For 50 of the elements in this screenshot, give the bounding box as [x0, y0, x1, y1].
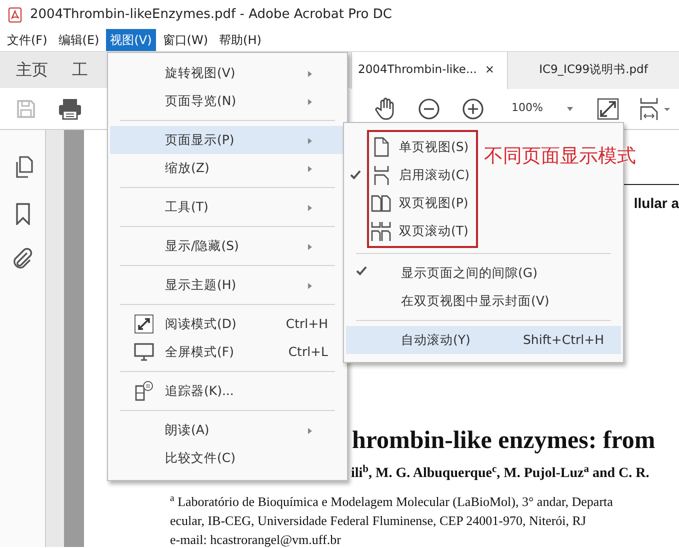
zoom-out-icon[interactable]: [418, 98, 440, 120]
menu-item[interactable]: 显示/隐藏(S): [110, 232, 345, 260]
menu-item[interactable]: 单页视图(S): [371, 133, 470, 161]
nav-tab[interactable]: 工: [72, 58, 88, 82]
menu-item[interactable]: 旋转视图(V): [110, 59, 345, 87]
article-title: hrombin-like enzymes: from: [352, 426, 656, 456]
menu-item[interactable]: 视图(V): [106, 29, 156, 51]
menu-item[interactable]: 阅读模式(D) Ctrl+H: [110, 310, 345, 338]
affiliation-line: ecular, IB-CEG, Universidade Federal Fluminense, CEP 24001-970, Niterói, RJ: [170, 512, 588, 530]
nav-tab[interactable]: 主页: [16, 58, 48, 82]
close-button[interactable]: ×: [484, 61, 495, 79]
zoom-dropdown[interactable]: 100%: [512, 100, 573, 117]
window-title: 2004Thrombin-likeEnzymes.pdf - Adobe Acrobat Pro DC: [30, 6, 392, 24]
menu-item[interactable]: 启用滚动(C): [371, 161, 470, 189]
print-icon[interactable]: [58, 98, 82, 120]
menu-item[interactable]: 显示页面之间的间隙(G): [346, 259, 621, 287]
document-tab[interactable]: 2004Thrombin-like... ×: [351, 52, 507, 88]
menu-item[interactable]: 缩放(Z): [110, 154, 345, 182]
expand-icon[interactable]: [597, 98, 619, 120]
two-pages-icon: [371, 193, 391, 213]
document-tab[interactable]: IC9_IC99说明书.pdf: [507, 52, 679, 88]
affiliation-line: $^{a}$ Laboratório de Bioquímica e Modelagem Molecular (LaBioMol), 3° andar, Departa: [170, 492, 614, 511]
menu-item[interactable]: 朗读(A): [110, 416, 345, 444]
reading-mode-icon: [134, 314, 154, 334]
menu-item[interactable]: 显示主题(H): [110, 271, 345, 299]
menu-item[interactable]: 页面显示(P): [110, 126, 345, 154]
two-page-scroll-icon: [371, 221, 391, 241]
affiliation-line: e-mail: hcastrorangel@vm.uff.br: [170, 531, 342, 547]
menu-item[interactable]: 自动滚动(Y) Shift+Ctrl+H: [346, 326, 621, 354]
menu-item[interactable]: 在双页视图中显示封面(V): [346, 287, 621, 315]
paperclip-icon[interactable]: [12, 248, 34, 270]
tracker-icon: [134, 381, 154, 401]
menu-item[interactable]: 比较文件(C): [110, 444, 345, 472]
menu-item[interactable]: 编辑(E): [54, 29, 104, 51]
menu-item[interactable]: 双页滚动(T): [371, 217, 470, 245]
menu-item[interactable]: 工具(T): [110, 193, 345, 221]
menu-item[interactable]: 帮助(H): [215, 29, 266, 51]
menu-item[interactable]: 追踪器(K)...: [110, 377, 345, 405]
monitor-icon: [134, 342, 154, 362]
menu-item[interactable]: 全屏模式(F) Ctrl+L: [110, 338, 345, 366]
zoom-in-icon[interactable]: [462, 98, 484, 120]
menu-item[interactable]: 双页视图(P): [371, 189, 470, 217]
pdf-file-icon: [8, 6, 22, 22]
menu-item[interactable]: 窗口(W): [158, 29, 212, 51]
menu-item[interactable]: 页面导览(N): [110, 87, 345, 115]
annotation-label: 不同页面显示模式: [484, 144, 636, 169]
bookmark-icon[interactable]: [14, 203, 30, 225]
menu-item[interactable]: 文件(F): [3, 29, 52, 51]
fit-width-icon[interactable]: [639, 96, 671, 120]
author-list: ili$^{b}$, M. G. Albuquerque$^{c}$, M. Pujol-Luz$^{a}$ and C. R.: [351, 465, 679, 483]
